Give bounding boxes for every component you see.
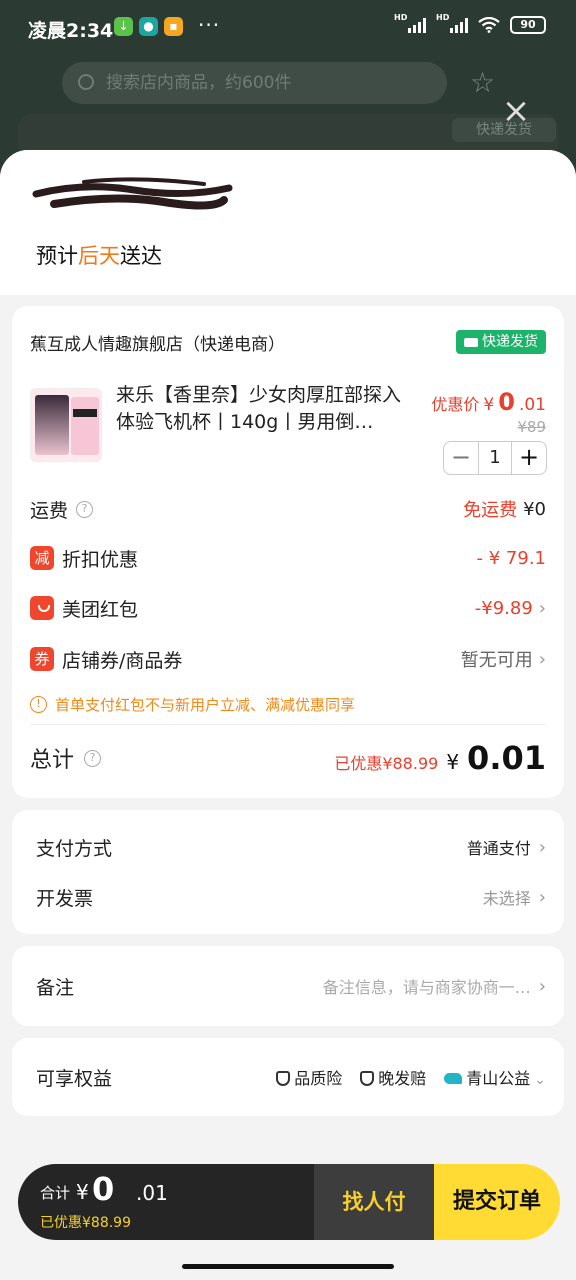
remark-row[interactable]: 备注 备注信息，请与商家协商一… › (36, 971, 546, 1001)
benefit-charity: 青山公益 ⌄ (444, 1065, 546, 1089)
more-notifications-icon: ··· (198, 13, 221, 37)
shop-name[interactable]: 蕉互成人情趣旗舰店（快递电商） (30, 330, 285, 355)
find-payer-button[interactable]: 找人付 (314, 1164, 434, 1240)
battery-icon: 90 (510, 16, 546, 34)
remark-card[interactable]: 备注 备注信息，请与商家协商一… › (12, 946, 564, 1026)
chevron-right-icon: › (538, 975, 546, 997)
product-thumbnail[interactable] (30, 388, 102, 462)
product-price: 优惠价 ¥0.01 (431, 388, 546, 416)
favorite-star-icon: ☆ (470, 66, 496, 99)
shipping-row: 运费? 免运费 ¥0 (30, 494, 546, 524)
download-notification-icon: ↓ (114, 17, 133, 36)
product-title[interactable]: 来乐【香里奈】少女肉厚肛部探入体验飞机杯丨140g丨男用倒… (116, 382, 412, 436)
divider (30, 724, 546, 725)
background-search-placeholder: 搜索店内商品，约600件 (106, 73, 292, 93)
ship-badge: 快递发货 (456, 330, 546, 354)
address-section[interactable]: 预计后天送达 (0, 150, 576, 295)
status-right-icons: HD HD 90 (394, 13, 546, 34)
truck-icon (464, 337, 478, 347)
status-time: 凌晨2:34 (28, 20, 114, 42)
shipping-tag: 免运费 (463, 500, 518, 521)
message-notification-icon: ▪ (164, 17, 183, 36)
help-icon[interactable]: ? (84, 749, 102, 767)
original-price: ¥89 (517, 418, 546, 436)
remark-placeholder: 备注信息，请与商家协商一… (322, 978, 531, 997)
decrease-quantity-button[interactable]: − (444, 442, 478, 474)
discount-value: - ¥ 79.1 (476, 547, 546, 569)
delivery-day: 后天 (78, 244, 120, 268)
total-amount: 0.01 (467, 739, 546, 777)
checkout-bar: 合计 ¥ 0 .01 已优惠¥88.99 找人付 提交订单 (18, 1164, 560, 1240)
status-bar: 凌晨2:34 ↓ ● ▪ ··· HD HD 90 (0, 0, 576, 56)
increase-quantity-button[interactable]: + (512, 442, 546, 474)
delivery-estimate: 预计后天送达 (36, 244, 162, 268)
wifi-icon (478, 17, 500, 33)
benefits-card: 可享权益 品质险 晚发赔 青山公益 ⌄ (12, 1038, 564, 1116)
discount-icon: 减 (30, 546, 54, 570)
notification-icons: ↓ ● ▪ (114, 17, 183, 36)
submit-order-button[interactable]: 提交订单 (434, 1164, 560, 1240)
red-packet-icon (30, 596, 54, 620)
discount-row: 减折扣优惠 - ¥ 79.1 (30, 543, 546, 573)
shipping-value: ¥0 (523, 498, 546, 520)
redacted-address-scribble (32, 177, 233, 210)
home-indicator[interactable] (182, 1264, 394, 1269)
background-search-bar: 搜索店内商品，约600件 (62, 62, 447, 104)
order-card: 蕉互成人情趣旗舰店（快递电商） 快递发货 来乐【香里奈】少女肉厚肛部探入体验飞机… (12, 306, 564, 798)
signal-2-icon: HD (436, 13, 468, 33)
search-icon (78, 74, 94, 90)
coupon-value: 暂无可用 (460, 650, 533, 671)
checkout-summary: 合计 ¥ 0 .01 已优惠¥88.99 (18, 1164, 314, 1240)
red-packet-row[interactable]: 美团红包 -¥9.89 › (30, 593, 546, 623)
payment-card: 支付方式 普通支付 › 开发票 未选择 › (12, 810, 564, 934)
chevron-right-icon: › (538, 648, 546, 670)
shield-icon (360, 1071, 375, 1086)
payment-method-value: 普通支付 (466, 839, 531, 858)
chevron-right-icon: › (538, 836, 546, 858)
total-saved: 已优惠¥88.99 (334, 754, 439, 773)
warning-icon: ! (30, 696, 47, 713)
checkout-saved: 已优惠¥88.99 (40, 1215, 131, 1231)
leaf-icon (444, 1073, 463, 1084)
coupon-row[interactable]: 券店铺券/商品券 暂无可用 › (30, 644, 546, 674)
benefit-quality-insurance: 品质险 (276, 1065, 342, 1089)
notice: ! 首单支付红包不与新用户立减、满减优惠同享 (30, 694, 355, 715)
payment-method-row[interactable]: 支付方式 普通支付 › (36, 832, 546, 862)
chevron-down-icon[interactable]: ⌄ (534, 1072, 546, 1088)
shield-notification-icon: ● (139, 17, 158, 36)
quantity-value[interactable]: 1 (478, 442, 512, 474)
invoice-value: 未选择 (482, 889, 531, 908)
shield-icon (276, 1071, 291, 1086)
chevron-right-icon: › (538, 597, 546, 619)
checkout-amount: 0 (92, 1170, 115, 1208)
order-sheet: 预计后天送达 蕉互成人情趣旗舰店（快递电商） 快递发货 来乐【香里奈】少女肉厚肛… (0, 150, 576, 1280)
coupon-icon: 券 (30, 647, 54, 671)
total-row: 总计? 已优惠¥88.99 ¥0.01 (30, 739, 546, 777)
red-packet-value: -¥9.89 (474, 597, 533, 619)
benefit-late-delivery-compensation: 晚发赔 (360, 1065, 426, 1089)
close-icon[interactable]: × (500, 94, 532, 128)
help-icon[interactable]: ? (76, 500, 94, 518)
quantity-stepper: − 1 + (443, 441, 547, 475)
benefits-row[interactable]: 可享权益 品质险 晚发赔 青山公益 ⌄ (36, 1062, 546, 1092)
chevron-right-icon: › (538, 886, 546, 908)
signal-1-icon: HD (394, 13, 426, 33)
invoice-row[interactable]: 开发票 未选择 › (36, 882, 546, 912)
